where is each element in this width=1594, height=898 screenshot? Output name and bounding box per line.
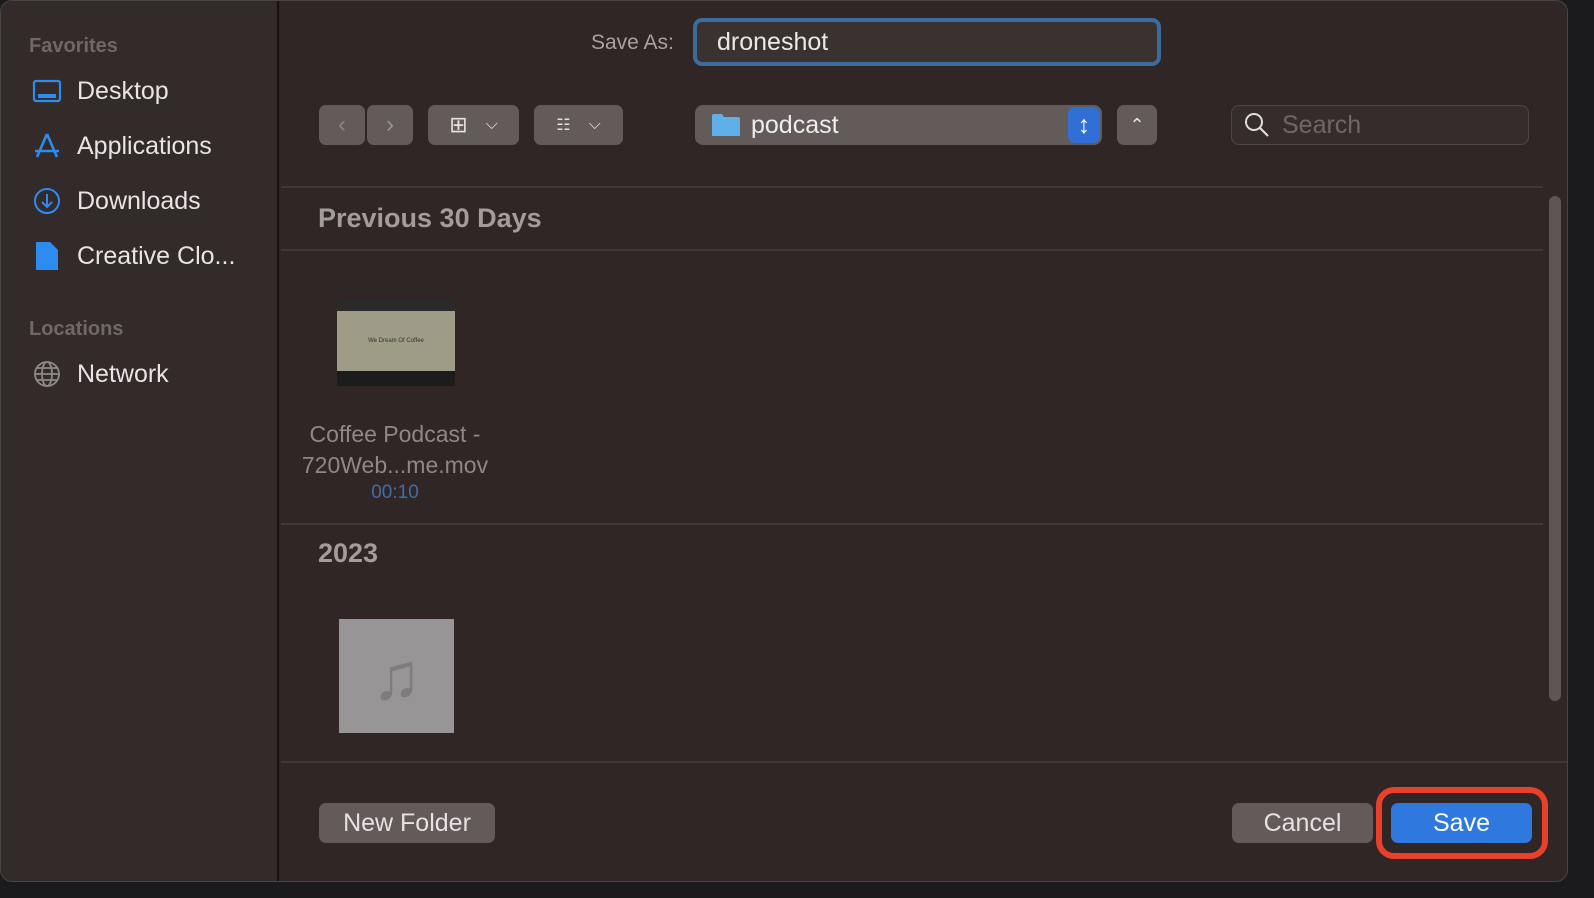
grid-icon: ⊞: [449, 112, 468, 137]
downloads-icon: [34, 188, 60, 214]
scrollbar[interactable]: [1549, 196, 1561, 701]
locations-heading: Locations: [29, 318, 124, 340]
favorites-heading: Favorites: [29, 35, 118, 57]
sidebar: Favorites Desktop Applications Downloads…: [1, 1, 279, 881]
cancel-button[interactable]: Cancel: [1232, 803, 1373, 843]
thumb-text: We Dream Of Coffee: [337, 311, 455, 371]
divider: [281, 249, 1543, 251]
file-name-1: Coffee Podcast -: [309, 421, 481, 447]
collapse-button[interactable]: ⌃: [1117, 105, 1157, 145]
document-icon: [36, 242, 58, 270]
file-duration: 00:10: [371, 482, 419, 503]
back-button[interactable]: ‹: [319, 105, 365, 145]
music-note-icon: ♫: [371, 639, 422, 713]
chevron-left-icon: ‹: [338, 111, 346, 138]
section-header: 2023: [318, 538, 379, 568]
search-placeholder: Search: [1282, 110, 1362, 139]
section-header: Previous 30 Days: [318, 203, 542, 233]
forward-button[interactable]: ›: [367, 105, 413, 145]
applications-icon: [35, 133, 59, 158]
divider: [281, 523, 1543, 525]
gallery-icon: ☷: [556, 117, 571, 134]
sidebar-item-creative-cloud[interactable]: Creative Clo...: [31, 236, 235, 276]
group-view-button[interactable]: ☷ ⌵: [534, 105, 623, 145]
location-label: podcast: [751, 110, 839, 139]
file-item[interactable]: ♫: [339, 619, 454, 733]
file-list: Previous 30 Days We Dream Of Coffee Coff…: [281, 186, 1543, 763]
save-button[interactable]: Save: [1391, 803, 1532, 843]
sidebar-item-network[interactable]: Network: [31, 354, 169, 394]
folder-icon: [712, 114, 740, 136]
save-as-label: Save As:: [591, 31, 674, 54]
sidebar-item-label: Downloads: [77, 186, 201, 215]
stepper-icon: ↕: [1068, 107, 1100, 143]
location-popup[interactable]: podcast ↕: [695, 105, 1102, 145]
sidebar-item-applications[interactable]: Applications: [31, 126, 212, 166]
save-dialog: Favorites Desktop Applications Downloads…: [0, 0, 1568, 882]
icon-view-button[interactable]: ⊞ ⌵: [428, 105, 519, 145]
sidebar-item-label: Applications: [77, 131, 212, 160]
sidebar-item-desktop[interactable]: Desktop: [31, 71, 169, 111]
new-folder-button[interactable]: New Folder: [319, 803, 495, 843]
sidebar-item-label: Network: [77, 359, 169, 388]
sidebar-item-downloads[interactable]: Downloads: [31, 181, 201, 221]
file-item[interactable]: We Dream Of Coffee Coffee Podcast - 720W…: [281, 288, 511, 513]
chevron-right-icon: ›: [386, 111, 394, 138]
footer-divider: [281, 761, 1567, 763]
globe-icon: [34, 361, 60, 387]
chevron-down-icon: ⌵: [485, 116, 498, 133]
chevron-down-icon: ⌵: [588, 116, 601, 133]
desktop-icon: [32, 79, 62, 103]
main-pane: Save As: ‹ › ⊞⌵ ☷⌵ podcast ↕ ⌃ Search Pr…: [281, 1, 1567, 881]
video-thumbnail: We Dream Of Coffee: [337, 299, 455, 386]
search-field[interactable]: Search: [1231, 105, 1529, 145]
chevron-up-icon: ⌃: [1129, 114, 1145, 135]
sidebar-item-label: Desktop: [77, 76, 169, 105]
file-name-2: 720Web...me.mov: [301, 452, 489, 478]
filename-input[interactable]: [693, 18, 1161, 66]
sidebar-item-label: Creative Clo...: [77, 241, 236, 270]
search-icon: [1245, 113, 1269, 137]
